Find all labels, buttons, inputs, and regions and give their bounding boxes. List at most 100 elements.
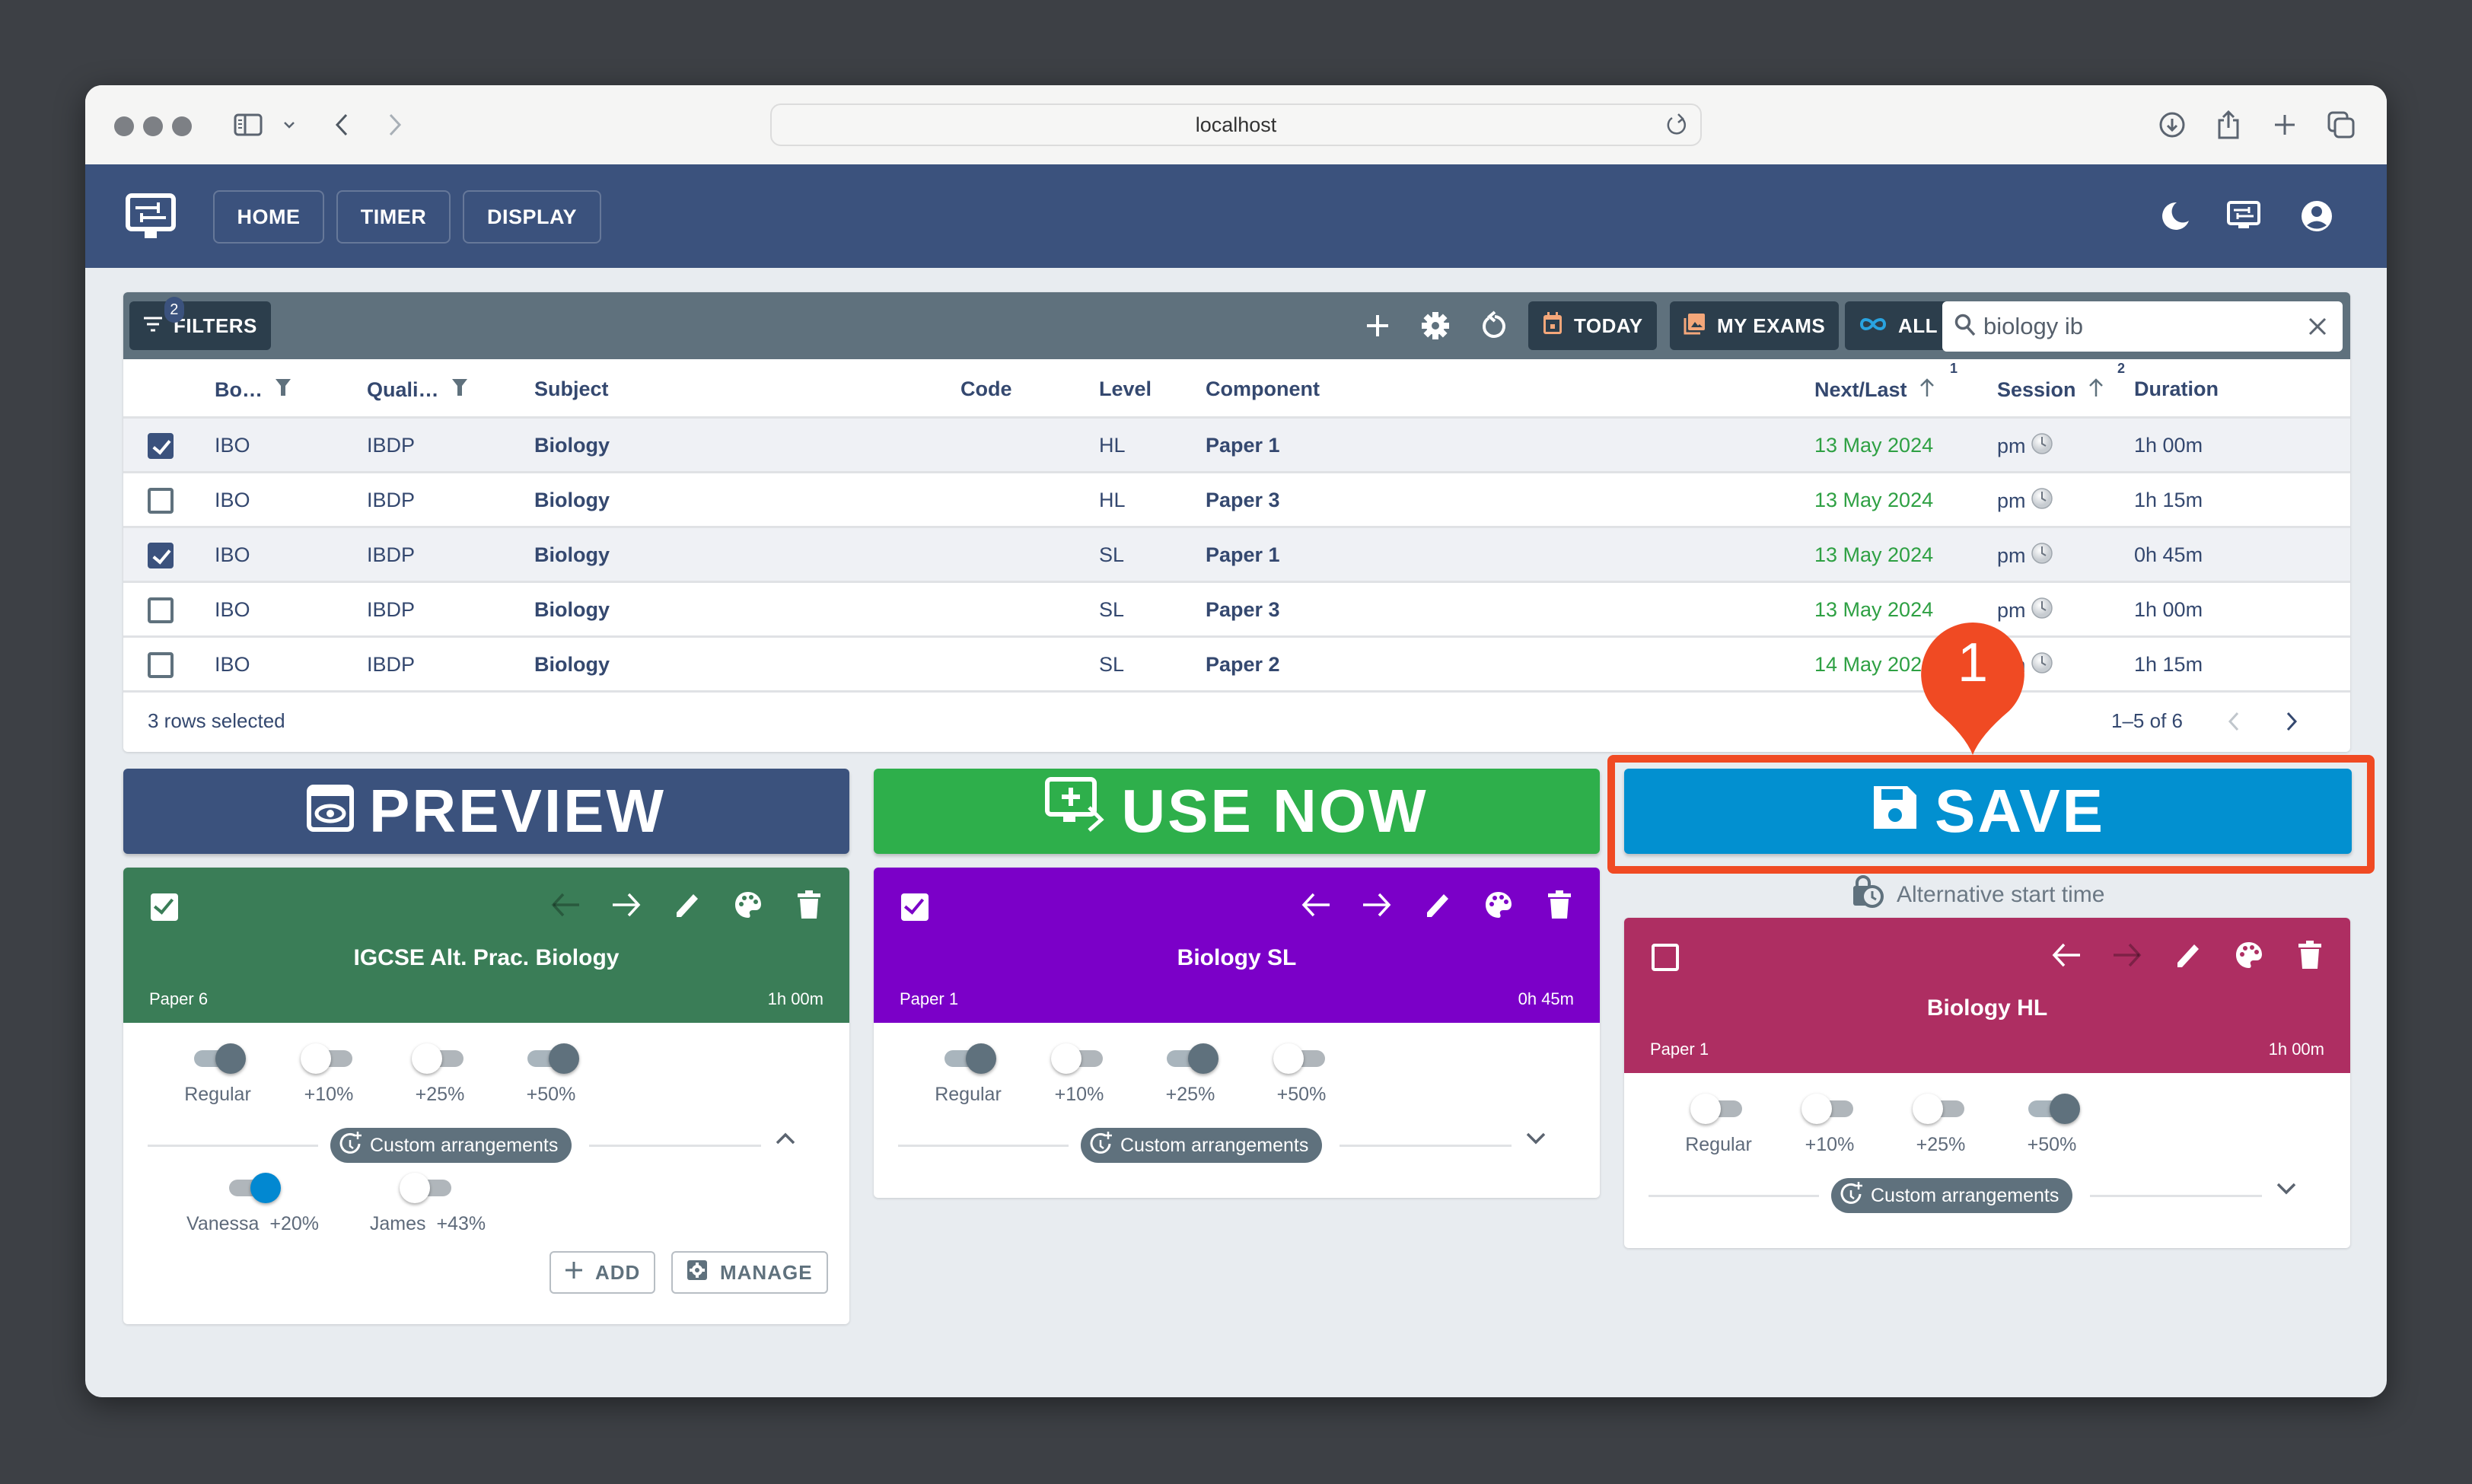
add-icon[interactable] xyxy=(1359,307,1396,344)
toggle-switch[interactable] xyxy=(1690,1094,1742,1124)
column-header-level[interactable]: Level xyxy=(1099,377,1152,401)
account-circle-icon[interactable] xyxy=(2295,195,2338,237)
move-right-arrow-icon[interactable] xyxy=(2110,938,2145,973)
row-checkbox[interactable] xyxy=(148,433,174,459)
column-header-component[interactable]: Component xyxy=(1206,377,1320,401)
toggle-switch[interactable] xyxy=(412,1043,464,1074)
chevron-down-icon[interactable] xyxy=(2271,1174,2302,1204)
my-exams-button[interactable]: MY EXAMS xyxy=(1670,301,1840,350)
forward-icon[interactable] xyxy=(384,108,406,142)
edit-pencil-icon[interactable] xyxy=(2171,938,2206,973)
add-arrangement-button[interactable]: ADD xyxy=(550,1251,656,1294)
previous-page-icon[interactable] xyxy=(2227,711,2241,736)
toggle-switch[interactable] xyxy=(229,1173,281,1203)
delete-trash-icon[interactable] xyxy=(2292,938,2327,973)
reload-icon[interactable] xyxy=(1665,113,1688,142)
extra-time-toggle[interactable]: +25% xyxy=(387,1043,493,1106)
toggle-switch[interactable] xyxy=(2028,1094,2080,1124)
move-left-arrow-icon[interactable] xyxy=(548,887,583,922)
column-header-next-last[interactable]: Next/Last 1 xyxy=(1814,361,1958,403)
card-select-checkbox[interactable] xyxy=(901,893,929,921)
extra-time-toggle[interactable]: +50% xyxy=(1248,1043,1355,1106)
preview-button[interactable]: PREVIEW xyxy=(123,769,849,854)
toggle-switch[interactable] xyxy=(301,1043,352,1074)
tabs-overview-icon[interactable] xyxy=(2326,108,2356,142)
custom-arrangements-chip[interactable]: Custom arrangements xyxy=(330,1128,572,1163)
column-header-subject[interactable]: Subject xyxy=(534,377,609,401)
edit-pencil-icon[interactable] xyxy=(670,887,705,922)
row-checkbox[interactable] xyxy=(148,543,174,568)
toggle-switch[interactable] xyxy=(945,1043,996,1074)
next-page-icon[interactable] xyxy=(2285,711,2298,736)
toggle-switch[interactable] xyxy=(194,1043,246,1074)
share-icon[interactable] xyxy=(2213,108,2244,142)
table-row[interactable]: IBO IBDP Biology HL Paper 1 13 May 2024 pm 1h 0… xyxy=(123,419,2350,473)
display-settings-icon[interactable] xyxy=(2222,195,2265,237)
toggle-switch[interactable] xyxy=(527,1043,579,1074)
extra-time-toggle[interactable]: +10% xyxy=(1026,1043,1132,1106)
table-row[interactable]: IBO IBDP Biology HL Paper 3 13 May 2024 pm 1h 1… xyxy=(123,473,2350,528)
move-right-arrow-icon[interactable] xyxy=(609,887,644,922)
chevron-down-icon[interactable] xyxy=(1521,1123,1551,1154)
manage-arrangements-button[interactable]: MANAGE xyxy=(671,1251,828,1294)
app-logo-icon[interactable] xyxy=(125,193,177,244)
table-row[interactable]: IBO IBDP Biology SL Paper 1 13 May 2024 pm 0h 4… xyxy=(123,528,2350,583)
close-window-button[interactable] xyxy=(114,116,134,136)
toggle-switch[interactable] xyxy=(1167,1043,1218,1074)
custom-arrangements-chip[interactable]: Custom arrangements xyxy=(1081,1128,1323,1163)
toggle-switch[interactable] xyxy=(1273,1043,1325,1074)
toggle-switch[interactable] xyxy=(1913,1094,1964,1124)
search-input[interactable] xyxy=(1983,313,2273,340)
palette-icon[interactable] xyxy=(731,887,766,922)
nav-display-button[interactable]: DISPLAY xyxy=(463,190,601,244)
card-select-checkbox[interactable] xyxy=(151,893,178,921)
chevron-up-icon[interactable] xyxy=(770,1123,801,1154)
row-checkbox[interactable] xyxy=(148,652,174,678)
filters-button[interactable]: 2 FILTERS xyxy=(129,297,271,350)
nav-home-button[interactable]: HOME xyxy=(213,190,324,244)
today-button[interactable]: TODAY xyxy=(1528,301,1657,350)
extra-time-toggle[interactable]: Regular xyxy=(915,1043,1021,1106)
filter-funnel-icon[interactable] xyxy=(451,377,468,403)
row-checkbox[interactable] xyxy=(148,597,174,623)
search-field[interactable] xyxy=(1942,301,2343,352)
delete-trash-icon[interactable] xyxy=(792,887,827,922)
move-left-arrow-icon[interactable] xyxy=(2049,938,2084,973)
sidebar-icon[interactable] xyxy=(231,108,265,142)
download-icon[interactable] xyxy=(2157,108,2187,142)
back-icon[interactable] xyxy=(330,108,353,142)
reset-icon[interactable] xyxy=(1477,307,1513,344)
row-checkbox[interactable] xyxy=(148,488,174,514)
palette-icon[interactable] xyxy=(1481,887,1516,922)
custom-arrangements-chip[interactable]: Custom arrangements xyxy=(1831,1178,2073,1213)
toggle-switch[interactable] xyxy=(1051,1043,1103,1074)
chevron-down-icon[interactable] xyxy=(280,108,298,142)
extra-time-toggle[interactable]: +25% xyxy=(1887,1094,1994,1156)
delete-trash-icon[interactable] xyxy=(1542,887,1577,922)
custom-arrangement-toggle[interactable]: Vanessa +20% xyxy=(177,1173,329,1235)
custom-arrangement-toggle[interactable]: James +43% xyxy=(352,1173,504,1235)
extra-time-toggle[interactable]: +10% xyxy=(1776,1094,1883,1156)
column-header-board[interactable]: Bo… xyxy=(215,377,291,403)
column-header-duration[interactable]: Duration xyxy=(2134,377,2219,401)
dark-mode-moon-icon[interactable] xyxy=(2154,195,2196,237)
extra-time-toggle[interactable]: +10% xyxy=(276,1043,382,1106)
move-left-arrow-icon[interactable] xyxy=(1298,887,1333,922)
toggle-switch[interactable] xyxy=(1801,1094,1853,1124)
maximize-window-button[interactable] xyxy=(172,116,192,136)
extra-time-toggle[interactable]: Regular xyxy=(1665,1094,1772,1156)
nav-timer-button[interactable]: TIMER xyxy=(336,190,451,244)
extra-time-toggle[interactable]: +50% xyxy=(498,1043,604,1106)
new-tab-icon[interactable] xyxy=(2270,108,2300,142)
extra-time-toggle[interactable]: Regular xyxy=(164,1043,271,1106)
use-now-button[interactable]: USE NOW xyxy=(874,769,1600,854)
edit-pencil-icon[interactable] xyxy=(1420,887,1455,922)
palette-icon[interactable] xyxy=(2231,938,2267,973)
clear-search-icon[interactable] xyxy=(2308,317,2327,340)
column-header-code[interactable]: Code xyxy=(960,377,1012,401)
card-select-checkbox[interactable] xyxy=(1652,944,1679,971)
address-bar[interactable]: localhost xyxy=(770,103,1702,146)
move-right-arrow-icon[interactable] xyxy=(1359,887,1394,922)
minimize-window-button[interactable] xyxy=(143,116,163,136)
extra-time-toggle[interactable]: +25% xyxy=(1137,1043,1244,1106)
